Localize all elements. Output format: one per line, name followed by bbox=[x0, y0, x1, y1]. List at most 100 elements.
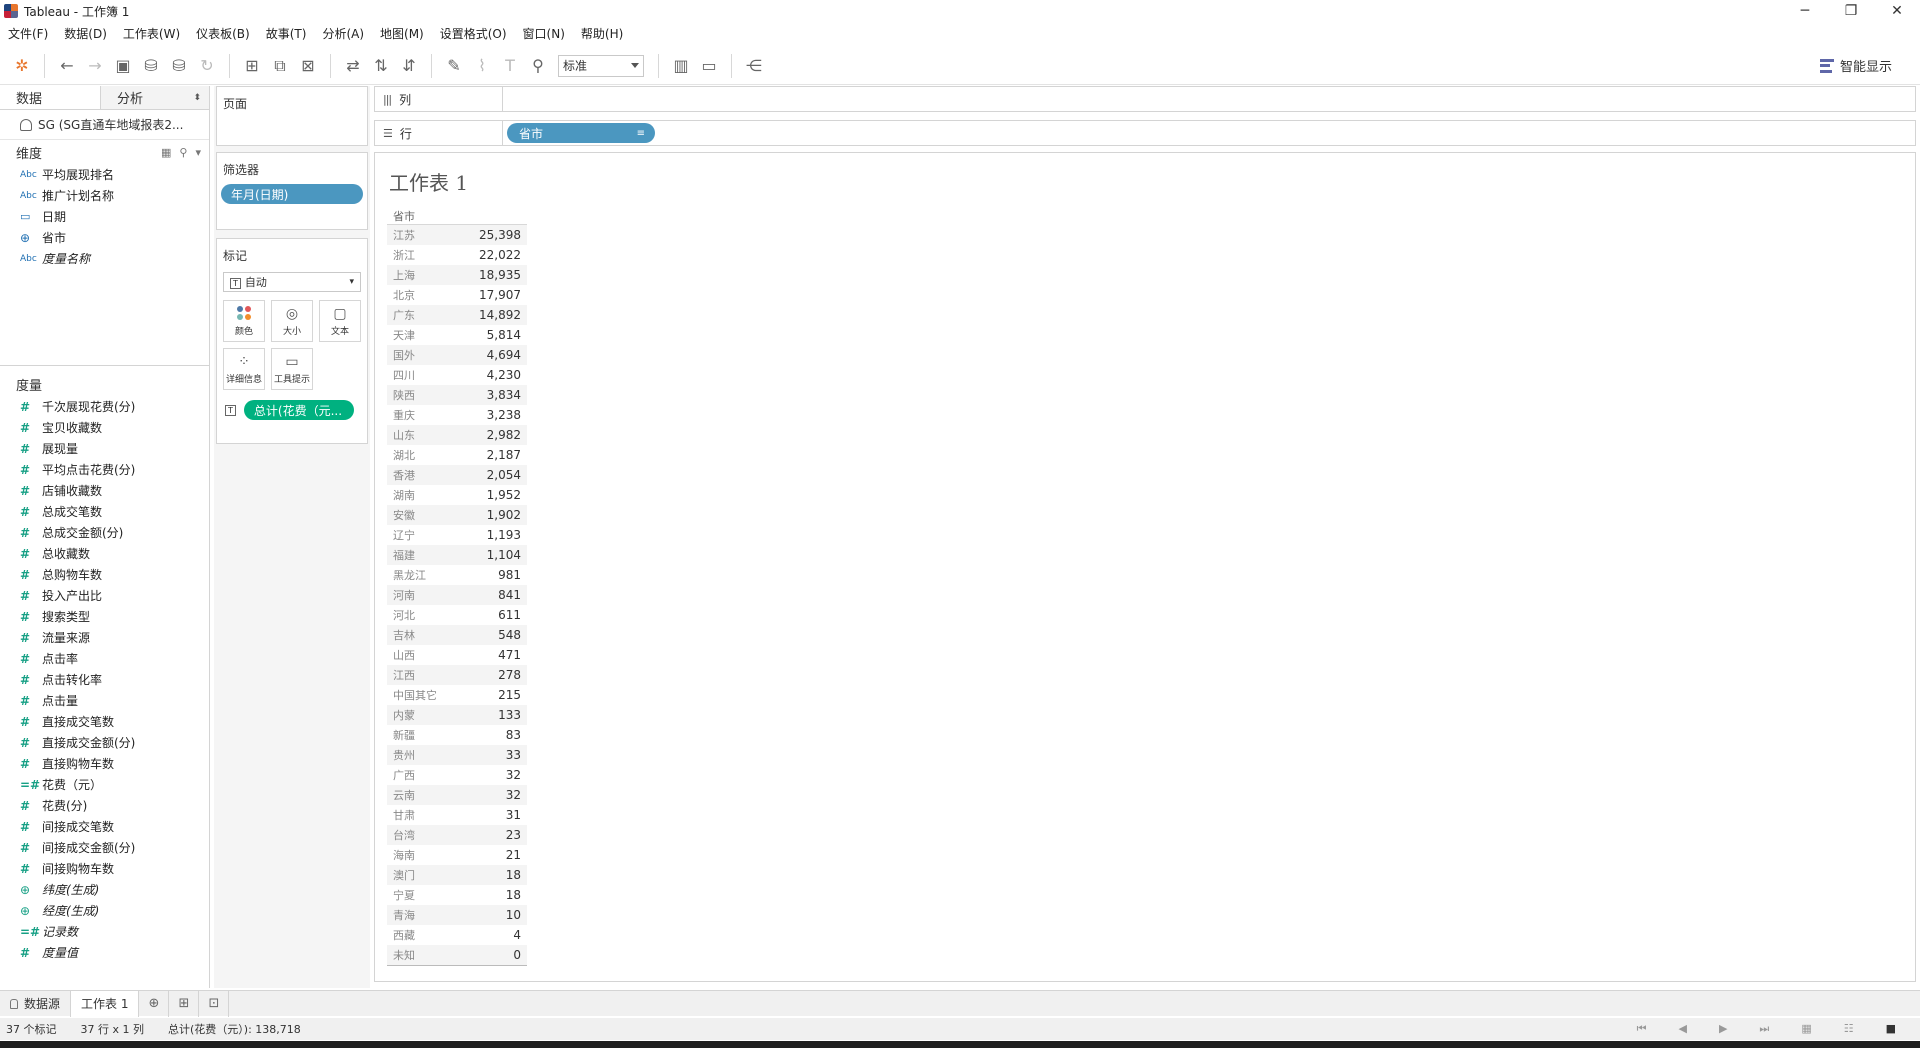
field-item[interactable]: # 点击量 bbox=[0, 690, 209, 711]
field-item[interactable]: # 搜索类型 bbox=[0, 606, 209, 627]
field-item[interactable]: # 平均点击花费(分) bbox=[0, 459, 209, 480]
rows-shelf[interactable]: ☰ 行 省市 ≡ bbox=[374, 120, 1916, 146]
prev-sheet-icon[interactable]: ◀ bbox=[1678, 1022, 1686, 1036]
table-row[interactable]: 青海 10 bbox=[387, 905, 527, 925]
menu-help[interactable]: 帮助(H) bbox=[573, 25, 631, 42]
table-row[interactable]: 辽宁 1,193 bbox=[387, 525, 527, 545]
table-row[interactable]: 未知 0 bbox=[387, 945, 527, 965]
field-item[interactable]: Abc 平均展现排名 bbox=[0, 164, 209, 185]
table-row[interactable]: 宁夏 18 bbox=[387, 885, 527, 905]
menu-analysis[interactable]: 分析(A) bbox=[314, 25, 372, 42]
tab-data[interactable]: 数据 bbox=[0, 86, 101, 109]
table-header[interactable]: 省市 bbox=[387, 207, 527, 225]
tab-analysis[interactable]: 分析 ⬍ bbox=[101, 86, 209, 109]
field-item[interactable]: # 总收藏数 bbox=[0, 543, 209, 564]
undo-icon[interactable]: ← bbox=[53, 52, 81, 80]
fix-axes-icon[interactable]: ⚲ bbox=[524, 52, 552, 80]
field-item[interactable]: # 店铺收藏数 bbox=[0, 480, 209, 501]
size-button[interactable]: ◎ 大小 bbox=[271, 300, 313, 342]
first-sheet-icon[interactable]: ⏮ bbox=[1637, 1022, 1647, 1036]
duplicate-sheet-icon[interactable]: ⧉ bbox=[266, 52, 294, 80]
redo-icon[interactable]: → bbox=[81, 52, 109, 80]
field-item[interactable]: =# 记录数 bbox=[0, 921, 209, 942]
sort-ascending-icon[interactable]: ⇅ bbox=[367, 52, 395, 80]
next-sheet-icon[interactable]: ▶ bbox=[1719, 1022, 1727, 1036]
table-row[interactable]: 上海 18,935 bbox=[387, 265, 527, 285]
field-item[interactable]: Abc 度量名称 bbox=[0, 248, 209, 269]
menu-caret-icon[interactable]: ⬍ bbox=[193, 93, 201, 103]
share-icon[interactable]: ⋲ bbox=[740, 52, 768, 80]
field-item[interactable]: # 总成交笔数 bbox=[0, 501, 209, 522]
table-row[interactable]: 浙江 22,022 bbox=[387, 245, 527, 265]
menu-file[interactable]: 文件(F) bbox=[0, 25, 56, 42]
filter-pill[interactable]: 年月(日期) bbox=[221, 184, 363, 204]
presentation-mode-icon[interactable]: ▭ bbox=[695, 52, 723, 80]
table-row[interactable]: 中国其它 215 bbox=[387, 685, 527, 705]
filters-card[interactable]: 筛选器 年月(日期) bbox=[216, 152, 368, 230]
field-item[interactable]: # 度量值 bbox=[0, 942, 209, 963]
field-item[interactable]: # 总购物车数 bbox=[0, 564, 209, 585]
measure-pill[interactable]: 总计(花费（元... bbox=[243, 400, 354, 420]
sort-descending-icon[interactable]: ⇵ bbox=[395, 52, 423, 80]
table-row[interactable]: 台湾 23 bbox=[387, 825, 527, 845]
new-dashboard-icon[interactable]: ⊞ bbox=[169, 990, 200, 1017]
table-row[interactable]: 广西 32 bbox=[387, 765, 527, 785]
table-row[interactable]: 新疆 83 bbox=[387, 725, 527, 745]
table-row[interactable]: 河北 611 bbox=[387, 605, 527, 625]
field-item[interactable]: # 投入产出比 bbox=[0, 585, 209, 606]
tableau-start-icon[interactable]: ✲ bbox=[8, 52, 36, 80]
table-row[interactable]: 香港 2,054 bbox=[387, 465, 527, 485]
minimize-button[interactable]: ─ bbox=[1782, 0, 1828, 22]
table-row[interactable]: 山东 2,982 bbox=[387, 425, 527, 445]
grid-view-icon[interactable]: ▦ bbox=[1801, 1022, 1811, 1036]
field-item[interactable]: # 点击转化率 bbox=[0, 669, 209, 690]
table-row[interactable]: 陕西 3,834 bbox=[387, 385, 527, 405]
text-button[interactable]: ▢ 文本 bbox=[319, 300, 361, 342]
field-item[interactable]: # 点击率 bbox=[0, 648, 209, 669]
mark-type-select[interactable]: T 自动 ▾ bbox=[223, 272, 361, 292]
menu-map[interactable]: 地图(M) bbox=[372, 25, 432, 42]
field-item[interactable]: # 花费(分) bbox=[0, 795, 209, 816]
show-cards-icon[interactable]: ▥ bbox=[667, 52, 695, 80]
close-button[interactable]: ✕ bbox=[1874, 0, 1920, 22]
columns-shelf[interactable]: ||| 列 bbox=[374, 86, 1916, 112]
field-item[interactable]: # 间接购物车数 bbox=[0, 858, 209, 879]
swap-rows-columns-icon[interactable]: ⇄ bbox=[339, 52, 367, 80]
field-item[interactable]: # 总成交金额(分) bbox=[0, 522, 209, 543]
detail-button[interactable]: ⁘ 详细信息 bbox=[223, 348, 265, 390]
field-item[interactable]: # 流量来源 bbox=[0, 627, 209, 648]
field-item[interactable]: =# 花费（元） bbox=[0, 774, 209, 795]
table-row[interactable]: 贵州 33 bbox=[387, 745, 527, 765]
table-row[interactable]: 黑龙江 981 bbox=[387, 565, 527, 585]
menu-story[interactable]: 故事(T) bbox=[258, 25, 315, 42]
pause-update-icon[interactable]: ⛁ bbox=[165, 52, 193, 80]
restore-button[interactable]: ❐ bbox=[1828, 0, 1874, 22]
table-row[interactable]: 福建 1,104 bbox=[387, 545, 527, 565]
show-me-button[interactable]: 智能显示 bbox=[1819, 56, 1892, 75]
table-row[interactable]: 安徽 1,902 bbox=[387, 505, 527, 525]
table-row[interactable]: 澳门 18 bbox=[387, 865, 527, 885]
fit-select[interactable]: 标准 bbox=[558, 54, 644, 77]
field-item[interactable]: # 直接成交金额(分) bbox=[0, 732, 209, 753]
table-row[interactable]: 西藏 4 bbox=[387, 925, 527, 945]
table-row[interactable]: 内蒙 133 bbox=[387, 705, 527, 725]
menu-window[interactable]: 窗口(N) bbox=[515, 25, 573, 42]
search-icon[interactable]: ⚲ bbox=[179, 146, 187, 159]
view-data-icon[interactable]: ▦ bbox=[161, 146, 171, 159]
table-row[interactable]: 江西 278 bbox=[387, 665, 527, 685]
group-icon[interactable]: ⌇ bbox=[468, 52, 496, 80]
field-item[interactable]: Abc 推广计划名称 bbox=[0, 185, 209, 206]
sheet-title[interactable]: 工作表 1 bbox=[389, 167, 468, 196]
field-item[interactable]: # 展现量 bbox=[0, 438, 209, 459]
field-item[interactable]: # 宝贝收藏数 bbox=[0, 417, 209, 438]
rows-pill[interactable]: 省市 ≡ bbox=[507, 123, 655, 143]
save-icon[interactable]: ▣ bbox=[109, 52, 137, 80]
menu-dashboard[interactable]: 仪表板(B) bbox=[188, 25, 258, 42]
highlight-icon[interactable]: ✎ bbox=[440, 52, 468, 80]
field-item[interactable]: ⊕ 经度(生成) bbox=[0, 900, 209, 921]
tab-worksheet-1[interactable]: 工作表 1 bbox=[71, 990, 140, 1017]
table-row[interactable]: 北京 17,907 bbox=[387, 285, 527, 305]
field-item[interactable]: ▭ 日期 bbox=[0, 206, 209, 227]
menu-format[interactable]: 设置格式(O) bbox=[432, 25, 515, 42]
last-sheet-icon[interactable]: ⏭ bbox=[1759, 1022, 1769, 1036]
